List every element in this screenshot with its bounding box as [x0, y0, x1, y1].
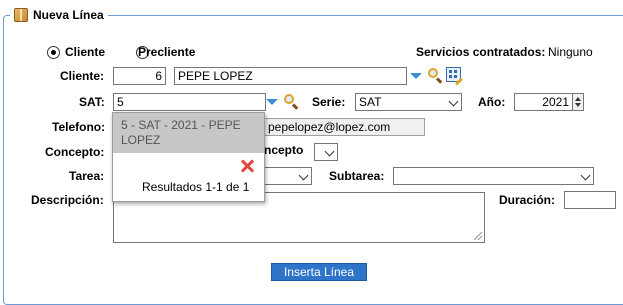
radio-cliente[interactable]	[47, 46, 60, 59]
duracion-input[interactable]	[564, 191, 616, 209]
descripcion-label: Descripción:	[31, 193, 104, 207]
telefono-label: Telefono:	[52, 120, 106, 134]
sat-autocomplete-popup: 5 - SAT - 2021 - PEPE LOPEZ Resultados 1…	[112, 112, 265, 202]
chevron-down-icon	[580, 170, 591, 181]
cliente-label: Cliente:	[60, 69, 105, 83]
subconcepto-select[interactable]	[314, 143, 338, 161]
anio-input[interactable]: 2021	[514, 93, 573, 111]
cliente-dropdown-icon[interactable]	[410, 73, 422, 79]
concepto-label: Concepto:	[45, 145, 105, 159]
tarea-label: Tarea:	[69, 169, 105, 183]
chevron-down-icon	[298, 170, 309, 181]
subconcepto-label: ncepto	[264, 143, 304, 157]
servicios-value: Ninguno	[548, 45, 593, 59]
subtarea-select[interactable]	[393, 167, 594, 185]
cliente-name-input[interactable]: PEPE LOPEZ	[174, 67, 407, 85]
email-field: pepelopez@lopez.com	[264, 118, 425, 136]
fieldset-legend: Nueva Línea	[10, 6, 108, 24]
tarea-select[interactable]	[264, 167, 312, 185]
radio-cliente-label: Cliente	[65, 45, 106, 59]
servicios-label: Servicios contratados:	[416, 45, 546, 59]
autocomplete-results-count: Resultados 1-1 de 1	[142, 180, 250, 194]
serie-label: Serie:	[312, 95, 346, 109]
serie-value: SAT	[359, 95, 382, 109]
insert-line-button[interactable]: Inserta Línea	[271, 263, 367, 281]
anio-label: Año:	[478, 95, 506, 109]
anio-spinner[interactable]	[572, 93, 584, 111]
resize-grip-icon[interactable]	[474, 232, 482, 240]
cliente-edit-icon[interactable]	[446, 67, 463, 86]
legend-title: Nueva Línea	[33, 8, 104, 22]
chevron-down-icon	[324, 146, 335, 157]
chevron-down-icon	[448, 96, 459, 107]
radio-precliente-label: Precliente	[138, 45, 196, 59]
package-icon	[14, 8, 28, 22]
cliente-search-icon[interactable]	[427, 67, 443, 84]
sat-dropdown-icon[interactable]	[266, 99, 278, 105]
sat-search-icon[interactable]	[283, 93, 299, 110]
duracion-label: Duración:	[499, 193, 556, 207]
sat-label: SAT:	[79, 95, 105, 109]
sat-input[interactable]: 5	[113, 93, 266, 111]
subtarea-label: Subtarea:	[329, 169, 385, 183]
cliente-code-input[interactable]: 6	[113, 67, 166, 85]
close-icon[interactable]	[240, 159, 254, 173]
autocomplete-item[interactable]: 5 - SAT - 2021 - PEPE LOPEZ	[113, 113, 264, 153]
serie-select[interactable]: SAT	[355, 93, 462, 111]
